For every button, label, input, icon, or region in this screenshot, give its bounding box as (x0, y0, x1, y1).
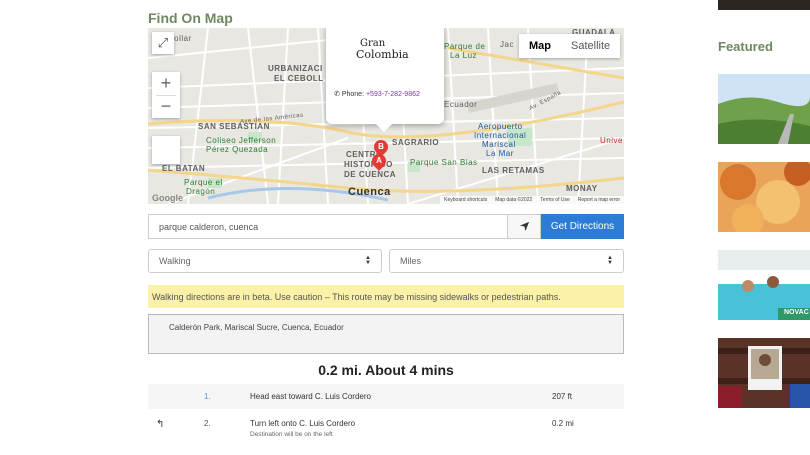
page: Find On Map URBANIZACI EL CEBOLL Cebolla… (0, 0, 810, 455)
map-label: Cuenca (348, 186, 391, 198)
map-data-text: Map data ©2022 (495, 197, 533, 203)
thumb-caption: NOVAC (784, 309, 809, 316)
step-instruction: Head east toward C. Luis Cordero (250, 392, 371, 401)
street-view-button[interactable] (152, 136, 180, 164)
phone-label: Phone: (341, 91, 365, 98)
map-label: Parque San Blas (410, 158, 478, 167)
directions-origin-input[interactable]: parque calderon, cuenca (148, 214, 508, 239)
report-error-link[interactable]: Report a map error (578, 197, 620, 203)
featured-thumb-3[interactable]: NOVAC (718, 250, 810, 320)
phone-icon: ✆ (334, 91, 340, 98)
route-summary: 0.2 mi. About 4 mins (318, 362, 454, 378)
step-instruction-block: Turn left onto C. Luis Cordero Destinati… (250, 419, 552, 443)
zoom-out-button[interactable]: − (152, 96, 180, 119)
google-logo: Google (152, 193, 183, 203)
featured-thumb-4[interactable] (718, 338, 810, 408)
walking-warning: Walking directions are in beta. Use caut… (148, 285, 624, 308)
map-type-control[interactable]: Map Satellite (519, 34, 621, 58)
map-label: EL BATAN (162, 164, 206, 173)
map-label: Internacional (474, 131, 527, 140)
map-label: Aeropuerto (478, 122, 523, 131)
select-arrows-icon: ▲ ▼ (607, 255, 613, 266)
units-value: Miles (400, 256, 422, 266)
zoom-control[interactable]: + − (152, 72, 180, 118)
map-label: Pérez Quezada (206, 145, 269, 154)
map-label: Coliseo Jefferson (206, 136, 277, 145)
direction-step: ↰ 2. Turn left onto C. Luis Cordero Dest… (148, 409, 624, 443)
featured-thumb-1[interactable] (718, 74, 810, 144)
travel-mode-select[interactable]: Walking ▲ ▼ (148, 249, 382, 273)
map-type-map-button[interactable]: Map (519, 34, 561, 58)
phone-number[interactable]: +593-7-282-9862 (366, 91, 420, 98)
direction-step: 1. Head east toward C. Luis Cordero 207 … (148, 384, 624, 409)
step-number: 1. (204, 392, 211, 401)
map-label: EL CEBOLL (274, 74, 324, 83)
map-label: SAGRARIO (392, 138, 440, 147)
map-label: URBANIZACI (268, 64, 323, 73)
map-label: MONAY (566, 184, 598, 193)
step-instruction: Turn left onto C. Luis Cordero (250, 419, 356, 428)
map-label: LAS RETAMAS (482, 166, 545, 175)
fullscreen-icon: ⤢ (157, 35, 169, 50)
map-label: Parque el (184, 178, 223, 187)
units-select[interactable]: Miles ▲ ▼ (389, 249, 624, 273)
destination-box: Calderón Park, Mariscal Sucre, Cuenca, E… (148, 314, 624, 354)
fullscreen-button[interactable]: ⤢ (152, 32, 174, 54)
map-label: Ecuador (444, 100, 478, 109)
landscape-image (718, 74, 810, 144)
map-label: DE CUENCA (344, 170, 397, 179)
featured-thumb-2[interactable] (718, 162, 810, 232)
map-attribution: Keyboard shortcuts Map data ©2022 Terms … (440, 196, 624, 204)
step-number: 2. (204, 419, 211, 428)
map-label: Parque de (444, 42, 486, 51)
destination-address: Calderón Park, Mariscal Sucre, Cuenca, E… (169, 323, 344, 332)
map-label: Jac (500, 40, 514, 49)
directions-steps: 1. Head east toward C. Luis Cordero 207 … (148, 384, 624, 443)
turn-left-icon: ↰ (156, 419, 165, 430)
map-type-satellite-button[interactable]: Satellite (561, 34, 620, 58)
map[interactable]: URBANIZACI EL CEBOLL Cebollar SAN SEBAST… (148, 28, 624, 204)
terms-link[interactable]: Terms of Use (540, 197, 569, 203)
location-arrow-icon (519, 221, 529, 232)
travel-mode-value: Walking (159, 256, 191, 266)
sidebar-top-image[interactable] (718, 0, 810, 10)
map-label: La Luz (450, 51, 478, 60)
select-arrows-icon: ▲ ▼ (365, 255, 371, 266)
step-distance: 207 ft (552, 392, 573, 401)
directions-search-row: parque calderon, cuenca Get Directions (148, 214, 624, 239)
marker-a[interactable]: A (369, 151, 389, 171)
step-distance: 0.2 mi (552, 419, 574, 428)
info-phone: ✆ Phone: +593-7-282-9862 (334, 90, 434, 100)
autumn-leaves-image (718, 162, 810, 232)
map-label: Mariscal (482, 140, 516, 149)
bookshelf-photo-image (718, 338, 810, 408)
get-directions-button[interactable]: Get Directions (541, 214, 624, 239)
find-on-map-title: Find On Map (148, 10, 233, 26)
map-label: La Mar (486, 149, 514, 158)
step-note: Destination will be on the left (250, 431, 333, 438)
map-label: Dragón (186, 187, 216, 196)
keyboard-shortcuts-link[interactable]: Keyboard shortcuts (444, 197, 487, 203)
zoom-in-button[interactable]: + (152, 72, 180, 95)
map-label: Unive (600, 136, 623, 145)
gran-colombia-logo-line2: Colombia (356, 48, 409, 61)
locate-me-button[interactable] (508, 214, 541, 239)
map-info-window: Gran Colombia ✆ Phone: +593-7-282-9862 (326, 28, 444, 132)
featured-title: Featured (718, 39, 773, 54)
